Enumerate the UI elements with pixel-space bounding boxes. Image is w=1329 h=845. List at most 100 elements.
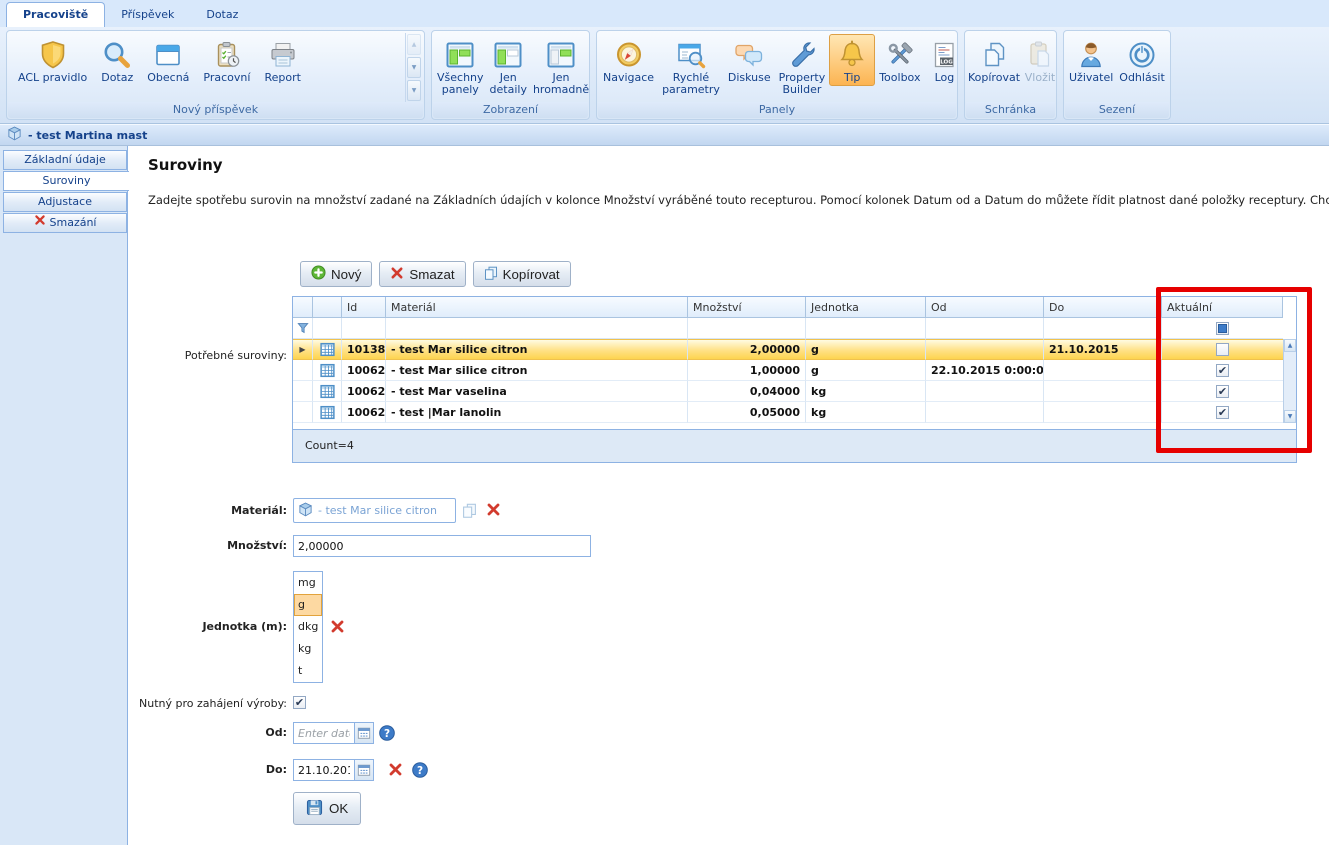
scroll-down-icon[interactable]: ▼ — [1284, 410, 1296, 423]
copy-icon[interactable] — [462, 503, 477, 518]
clear-unit-icon[interactable] — [330, 619, 345, 634]
tab-prispevek[interactable]: Příspěvek — [105, 3, 190, 27]
material-field[interactable]: - test Mar silice citron — [293, 498, 456, 523]
scroll-up-icon[interactable]: ▲ — [407, 34, 421, 55]
help-icon[interactable] — [412, 762, 428, 778]
filter-cell[interactable] — [926, 318, 1044, 339]
general-button[interactable]: Obecná — [140, 34, 196, 86]
from-date-input[interactable] — [294, 723, 354, 743]
property-builder-button[interactable]: Property Builder — [775, 34, 830, 98]
copy-row-button[interactable]: Kopírovat — [473, 261, 571, 287]
grid-row[interactable]: 10062 - test |Mar lanolin 0,05000 kg ✔ — [293, 402, 1296, 423]
filter-cell[interactable] — [313, 318, 342, 339]
column-header-from[interactable]: Od — [926, 297, 1044, 318]
column-header-to[interactable]: Do — [1044, 297, 1162, 318]
unit-option[interactable]: kg — [294, 638, 322, 660]
unit-option[interactable]: dkg — [294, 616, 322, 638]
quick-params-button[interactable]: Rychlé parametry — [658, 34, 724, 98]
filter-cell[interactable] — [1044, 318, 1162, 339]
grid-row[interactable]: 10062 - test Mar silice citron 1,00000 g… — [293, 360, 1296, 381]
row-current-checkbox[interactable]: ✔ — [1216, 364, 1229, 377]
group-label: Zobrazení — [433, 102, 588, 118]
only-details-button[interactable]: Jen detaily — [487, 34, 530, 98]
clear-material-icon[interactable] — [486, 502, 501, 517]
table-row-icon[interactable] — [313, 360, 342, 381]
column-header-unit[interactable]: Jednotka — [806, 297, 926, 318]
user-button[interactable]: Uživatel — [1066, 34, 1116, 86]
filter-cell[interactable] — [688, 318, 806, 339]
unit-option-selected[interactable]: g — [294, 594, 322, 616]
row-current-checkbox[interactable] — [1216, 343, 1229, 356]
cell-current: ✔ — [1162, 360, 1283, 381]
work-button[interactable]: Pracovní — [196, 34, 257, 86]
group-label: Nový příspěvek — [8, 102, 423, 118]
copy-button[interactable]: Kopírovat — [966, 34, 1022, 86]
help-icon[interactable] — [379, 725, 395, 741]
tab-pracoviste[interactable]: Pracoviště — [6, 2, 105, 27]
window-icon — [152, 38, 184, 72]
row-current-checkbox[interactable]: ✔ — [1216, 406, 1229, 419]
sidebar-item-zakladni-udaje[interactable]: Základní údaje — [3, 150, 127, 170]
to-date-input[interactable] — [294, 760, 354, 780]
cell-to — [1044, 402, 1162, 423]
sidebar-item-adjustace[interactable]: Adjustace — [3, 192, 127, 212]
grid-row[interactable]: ▶ 10138 - test Mar silice citron 2,00000… — [293, 339, 1296, 360]
expand-more-icon[interactable]: ▼ — [407, 80, 421, 101]
ok-button[interactable]: OK — [293, 792, 361, 825]
log-button[interactable]: Log — [924, 34, 964, 86]
column-header-current[interactable]: Aktuální — [1162, 297, 1283, 318]
all-panels-button[interactable]: Všechny panely — [434, 34, 487, 98]
required-checkbox[interactable]: ✔ — [293, 696, 306, 709]
clear-to-date-icon[interactable] — [388, 762, 403, 777]
toolbox-button[interactable]: Toolbox — [875, 34, 924, 86]
sidebar-item-smazani[interactable]: Smazání — [3, 213, 127, 233]
cell-to: 21.10.2015 — [1044, 339, 1162, 360]
cell-qty: 0,05000 — [688, 402, 806, 423]
qty-input[interactable] — [293, 535, 591, 557]
filter-current-checkbox[interactable] — [1216, 322, 1229, 335]
column-header-material[interactable]: Materiál — [386, 297, 688, 318]
calendar-icon[interactable] — [354, 760, 373, 780]
table-row-icon[interactable] — [313, 402, 342, 423]
filter-cell[interactable] — [386, 318, 688, 339]
report-button[interactable]: Report — [257, 34, 307, 86]
unit-listbox[interactable]: mg g dkg kg t — [293, 571, 323, 683]
document-title-bar: - test Martina mast — [0, 124, 1329, 146]
column-header-qty[interactable]: Množství — [688, 297, 806, 318]
delete-button[interactable]: Smazat — [379, 261, 465, 287]
scroll-down-icon[interactable]: ▼ — [407, 57, 421, 78]
discussion-button[interactable]: Diskuse — [724, 34, 775, 86]
tip-button[interactable]: Tip — [829, 34, 875, 86]
filter-cell[interactable] — [342, 318, 386, 339]
unit-option[interactable]: mg — [294, 572, 322, 594]
paste-button[interactable]: Vložit — [1022, 34, 1058, 86]
acl-rule-button[interactable]: ACL pravidlo — [11, 34, 94, 86]
material-label: Materiál: — [129, 498, 287, 524]
grid-row[interactable]: 10062 - test Mar vaselina 0,04000 kg ✔ — [293, 381, 1296, 402]
new-button[interactable]: Nový — [300, 261, 372, 287]
query-button[interactable]: Dotaz — [94, 34, 140, 86]
scroll-up-icon[interactable]: ▲ — [1284, 339, 1296, 352]
header-indicator-cell — [293, 297, 313, 318]
column-header-id[interactable]: Id — [342, 297, 386, 318]
navigation-button[interactable]: Navigace — [599, 34, 658, 86]
printer-icon — [267, 38, 299, 72]
cell-qty: 1,00000 — [688, 360, 806, 381]
application-window: Pracoviště Příspěvek Dotaz ACL pravidlo … — [0, 0, 1329, 845]
tab-dotaz[interactable]: Dotaz — [190, 3, 254, 27]
filter-cell[interactable] — [806, 318, 926, 339]
row-indicator — [293, 402, 313, 423]
row-current-checkbox[interactable]: ✔ — [1216, 385, 1229, 398]
calendar-icon[interactable] — [354, 723, 373, 743]
sidebar-item-suroviny[interactable]: Suroviny — [3, 171, 129, 191]
unit-option[interactable]: t — [294, 660, 322, 682]
grid-vertical-scrollbar[interactable]: ▲ ▼ — [1283, 339, 1296, 423]
table-row-icon[interactable] — [313, 339, 342, 360]
panels-details-icon — [492, 38, 524, 72]
cell-id: 10062 — [342, 360, 386, 381]
table-row-icon[interactable] — [313, 381, 342, 402]
cell-current — [1162, 339, 1283, 360]
filter-funnel-icon[interactable] — [293, 318, 313, 339]
logout-button[interactable]: Odhlásit — [1116, 34, 1168, 86]
only-bulk-button[interactable]: Jen hromadně — [530, 34, 592, 98]
